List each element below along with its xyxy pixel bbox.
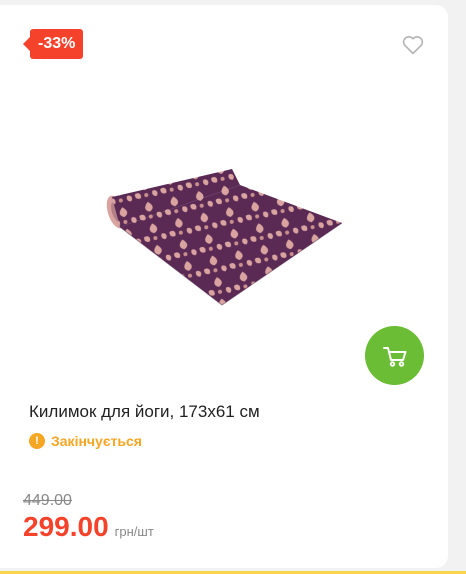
- price-row: 299.00 грн/шт: [23, 511, 154, 543]
- heart-icon[interactable]: [401, 33, 425, 57]
- warning-icon: !: [29, 433, 45, 449]
- product-title[interactable]: Килимок для йоги, 173x61 см: [29, 402, 260, 422]
- stock-status-text: Закінчується: [51, 433, 142, 449]
- cart-icon: [382, 346, 406, 367]
- page: -33% Килимок для йоги, 173x61 см ! Закін…: [0, 0, 466, 574]
- old-price: 449.00: [23, 492, 72, 509]
- stock-status: ! Закінчується: [29, 433, 142, 449]
- add-to-cart-button[interactable]: [365, 326, 424, 385]
- product-card[interactable]: -33% Килимок для йоги, 173x61 см ! Закін…: [0, 5, 448, 568]
- current-price: 299.00: [23, 511, 109, 542]
- product-image[interactable]: [100, 165, 350, 315]
- discount-badge: -33%: [22, 29, 84, 59]
- price-unit: грн/шт: [114, 524, 154, 539]
